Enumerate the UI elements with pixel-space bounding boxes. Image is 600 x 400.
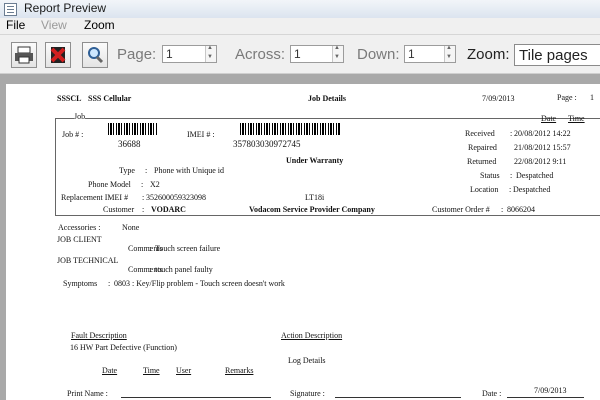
page-number: 1 [590,93,594,102]
job-number: 36688 [118,139,141,149]
symptoms-label: Symptoms [63,279,98,288]
received-label: Received [465,129,495,138]
job-number-label: Job # : [62,130,84,139]
type-value: Phone with Unique id [154,166,224,175]
menu-file[interactable]: File [6,18,25,32]
fault-description-value: 16 HW Part Defective (Function) [70,343,177,352]
signature-line [335,397,461,398]
repaired-label: Repaired [468,143,497,152]
report-date: 7/09/2013 [482,94,515,103]
log-user-column: User [176,366,192,375]
close-preview-button[interactable] [45,42,71,68]
replacement-imei-value: 352600059323098 [146,193,206,202]
across-stepper[interactable]: 1 [290,45,344,63]
customer-label: Customer [103,205,135,214]
close-icon [50,47,66,63]
returned-value: 22/08/2012 9:11 [514,157,567,166]
model-code: LT18i [305,193,325,202]
zoom-label: Zoom: [467,46,510,63]
accessories-label: Accessories : [58,223,101,232]
phone-model-value: X2 [150,180,160,189]
page-label: Page: [117,46,157,63]
imei-number: 357803030972745 [233,139,301,149]
down-stepper[interactable]: 1 [404,45,456,63]
warranty-status: Under Warranty [286,156,344,165]
window-title: Report Preview [24,1,107,15]
client-comment: Touch screen failure [155,244,221,253]
customer-order-value: 8066204 [507,205,535,214]
log-remarks-column: Remarks [225,366,254,375]
log-details-heading: Log Details [288,356,326,365]
status-value: Despatched [516,171,554,180]
signature-label: Signature : [290,389,325,398]
date-header: Date [541,114,557,123]
symptoms-value: 0803 : Key/Flip problem - Touch screen d… [114,279,285,288]
imei-label: IMEI # : [187,130,215,139]
print-name-line [121,397,271,398]
accessories-value: None [122,223,140,232]
job-barcode [108,123,157,135]
received-value: 20/08/2012 14:22 [514,129,571,138]
phone-model-label: Phone Model [88,180,131,189]
fault-description-header: Fault Description [71,331,127,340]
company-name: SSS Cellular [88,94,132,103]
preview-area[interactable]: SSSCL SSS Cellular Job Details 7/09/2013… [0,74,600,400]
customer-value: VODARC [151,205,186,214]
log-time-column: Time [143,366,160,375]
imei-barcode [240,123,340,135]
report-preview-icon [4,3,17,16]
print-name-label: Print Name : [67,389,108,398]
sign-date-label: Date : [482,389,502,398]
printer-icon [15,46,33,64]
returned-label: Returned [467,157,497,166]
report-title: Job Details [308,94,346,103]
signed-date: 7/09/2013 [534,386,567,395]
repaired-value: 21/08/2012 15:57 [514,143,571,152]
replacement-imei-label: Replacement IMEI # [61,193,129,202]
technical-comment: touch panel faulty [155,265,213,274]
time-header: Time [568,114,585,123]
search-button[interactable] [82,42,108,68]
menu-zoom[interactable]: Zoom [84,18,115,32]
across-label: Across: [235,46,286,63]
print-button[interactable] [11,42,37,68]
down-label: Down: [357,46,400,63]
menu-view[interactable]: View [41,18,67,32]
page-stepper[interactable]: 1 [162,45,217,63]
job-technical-heading: JOB TECHNICAL [57,256,119,265]
page-number-label: Page : [557,93,577,102]
location-label: Location [470,185,499,194]
location-value: Despatched [513,185,551,194]
action-description-header: Action Description [281,331,343,340]
report-page: SSSCL SSS Cellular Job Details 7/09/2013… [6,84,600,400]
job-section-label: Job [74,112,86,121]
company-code: SSSCL [57,94,82,103]
job-client-heading: JOB CLIENT [57,235,102,244]
zoom-select[interactable]: Tile pages [514,44,600,66]
toolbar: Page: 1 Across: 1 Down: 1 Zoom: Tile pag… [0,35,600,74]
date-line [507,397,584,398]
customer-order-label: Customer Order # [432,205,490,214]
menu-bar: File View Zoom [0,18,600,35]
type-label: Type [119,166,135,175]
title-bar: Report Preview [0,0,600,19]
provider-name: Vodacom Service Provider Company [249,205,375,214]
magnifier-icon [88,47,104,64]
log-date-column: Date [102,366,118,375]
status-label: Status [480,171,500,180]
